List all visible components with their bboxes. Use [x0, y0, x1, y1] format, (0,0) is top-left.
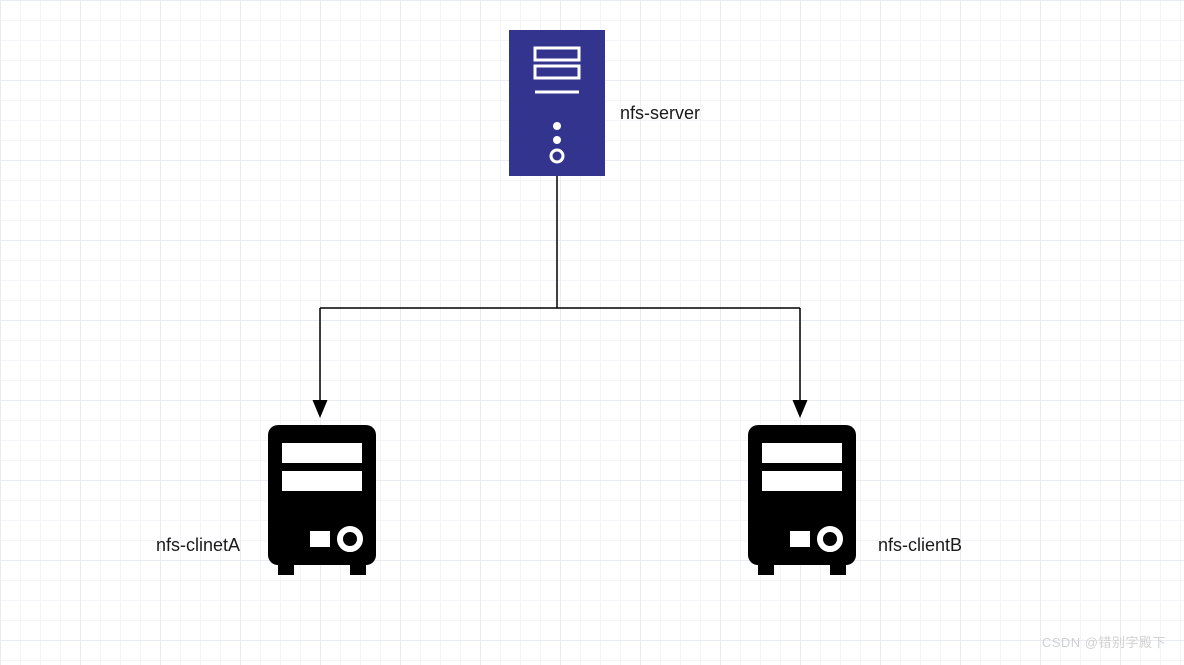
- client-a-icon: [268, 425, 376, 575]
- server-node: [509, 30, 605, 176]
- client-b-label: nfs-clientB: [878, 535, 962, 556]
- client-a-node: [268, 425, 376, 575]
- server-icon: [509, 30, 605, 176]
- client-a-label: nfs-clinetA: [156, 535, 240, 556]
- server-label: nfs-server: [620, 103, 700, 124]
- watermark-text: CSDN @错别字殿下: [1042, 632, 1166, 651]
- client-b-node: [748, 425, 856, 575]
- client-b-icon: [748, 425, 856, 575]
